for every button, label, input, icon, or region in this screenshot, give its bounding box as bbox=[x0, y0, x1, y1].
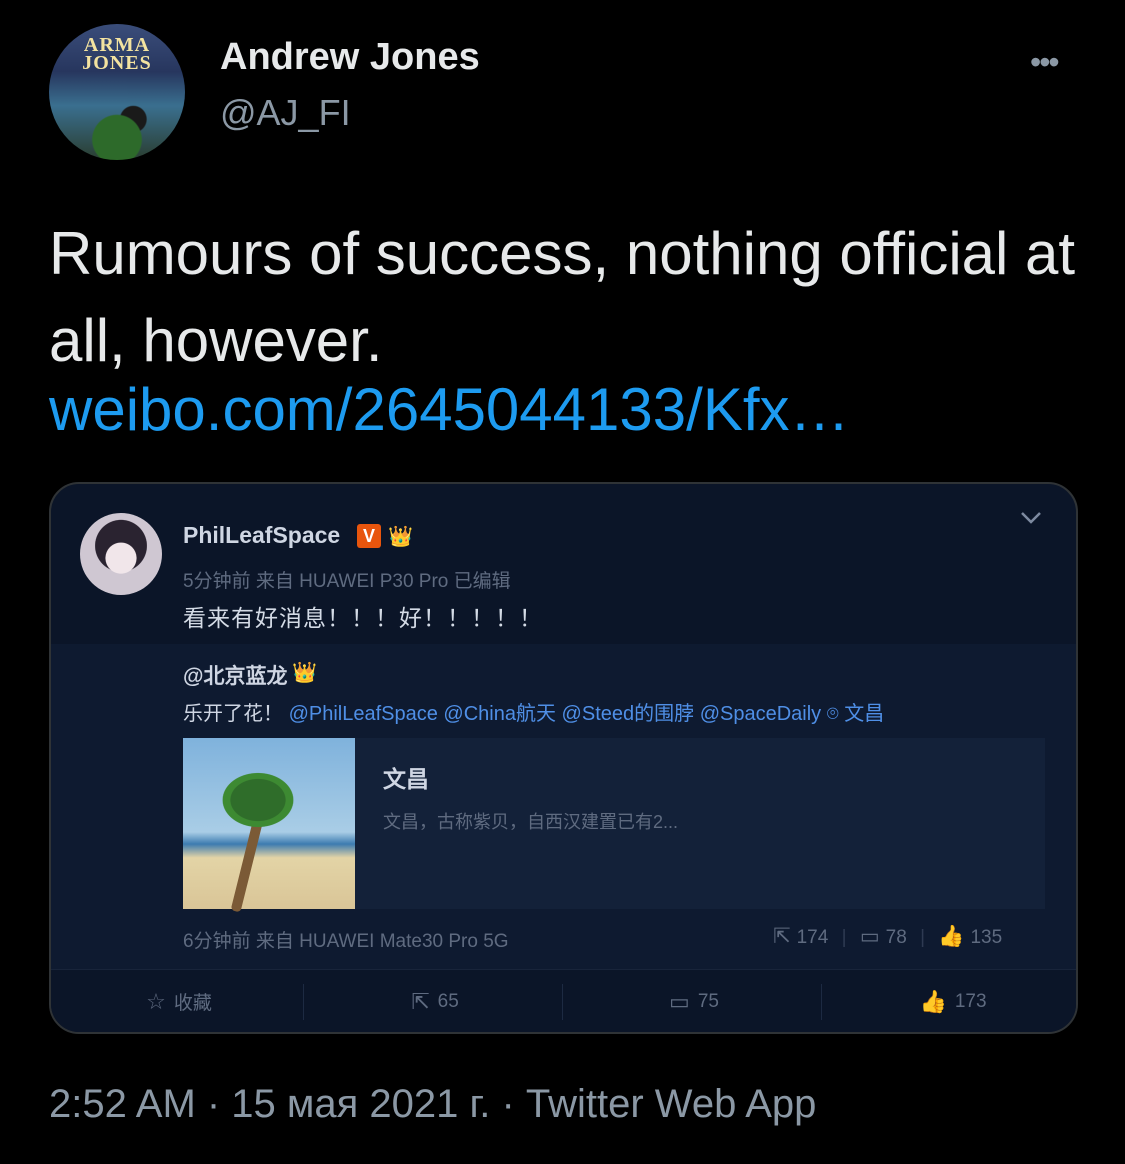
repost-block[interactable]: @北京蓝龙 👑 乐开了花！ @PhilLeafSpace @China航天 @S… bbox=[51, 644, 1076, 969]
mention-link[interactable]: @Steed的围脖 bbox=[562, 703, 695, 725]
favorite-label: 收藏 bbox=[173, 993, 212, 1014]
place-card[interactable]: 文昌 文昌，古称紫贝，自西汉建置已有2... bbox=[183, 738, 1045, 913]
location-pin-icon: ⌾ bbox=[826, 703, 839, 725]
mention-link[interactable]: @SpaceDaily bbox=[700, 703, 821, 725]
comment-icon: ▭ bbox=[669, 988, 690, 1014]
repost-time: 6分钟前 来自 HUAWEI Mate30 Pro 5G bbox=[183, 931, 509, 952]
place-description: 文昌，古称紫贝，自西汉建置已有2... bbox=[383, 812, 679, 832]
weibo-avatar[interactable] bbox=[80, 513, 162, 595]
mention-link[interactable]: @PhilLeafSpace bbox=[289, 703, 438, 725]
comment-button[interactable]: ▭ 75 bbox=[566, 970, 822, 1032]
repost-stats: ⇱ 174 | ▭ 78 | 👍 135 bbox=[773, 925, 1003, 948]
mention-link[interactable]: @China航天 bbox=[443, 703, 556, 725]
repost-count: 174 bbox=[796, 927, 829, 948]
weibo-text: 看来有好消息！！！好！！！！！ bbox=[183, 605, 543, 631]
repost-button[interactable]: ⇱ 65 bbox=[307, 970, 563, 1032]
display-name[interactable]: Andrew Jones bbox=[220, 36, 480, 79]
share-icon: ⇱ bbox=[411, 988, 430, 1014]
place-image bbox=[183, 738, 355, 913]
location-link[interactable]: 文昌 bbox=[844, 703, 884, 725]
chevron-down-icon[interactable] bbox=[1019, 506, 1043, 532]
like-count: 135 bbox=[970, 927, 1003, 948]
repost-text-prefix: 乐开了花！ bbox=[183, 703, 283, 725]
like-icon[interactable]: 👍 bbox=[938, 925, 964, 948]
comment-action-count: 75 bbox=[697, 990, 719, 1012]
tweet-link[interactable]: weibo.com/2645044133/Kfx… bbox=[49, 375, 850, 444]
like-button[interactable]: 👍 173 bbox=[825, 970, 1076, 1032]
crown-icon: 👑 bbox=[292, 662, 317, 684]
repost-text: 乐开了花！ @PhilLeafSpace @China航天 @Steed的围脖 … bbox=[183, 697, 884, 726]
like-icon: 👍 bbox=[919, 988, 947, 1014]
share-icon[interactable]: ⇱ bbox=[773, 925, 791, 948]
repost-author[interactable]: @北京蓝龙 bbox=[183, 660, 287, 690]
place-title: 文昌 bbox=[383, 766, 429, 792]
favorite-button[interactable]: ☆ 收藏 bbox=[51, 970, 307, 1032]
crown-icon: 👑 bbox=[388, 526, 413, 548]
more-icon[interactable]: ••• bbox=[1030, 44, 1060, 81]
comment-count: 78 bbox=[885, 927, 907, 948]
weibo-action-bar: ☆ 收藏 ⇱ 65 ▭ 75 👍 173 bbox=[51, 969, 1076, 1032]
weibo-meta: 5分钟前 来自 HUAWEI P30 Pro 已编辑 bbox=[183, 571, 511, 592]
tweet-timestamp[interactable]: 2:52 AM · 15 мая 2021 г. · Twitter Web A… bbox=[49, 1082, 816, 1127]
like-action-count: 173 bbox=[954, 990, 987, 1012]
tweet-text: Rumours of success, nothing official at … bbox=[49, 220, 1076, 374]
embedded-screenshot[interactable]: PhilLeafSpace V 👑 5分钟前 来自 HUAWEI P30 Pro… bbox=[49, 482, 1078, 1034]
comment-icon[interactable]: ▭ bbox=[860, 925, 880, 948]
repost-action-count: 65 bbox=[437, 990, 459, 1012]
verified-badge: V bbox=[357, 524, 381, 548]
user-handle[interactable]: @AJ_FI bbox=[220, 92, 351, 134]
star-icon: ☆ bbox=[146, 988, 166, 1014]
profile-avatar[interactable]: ARMA JONES bbox=[49, 24, 185, 160]
weibo-author[interactable]: PhilLeafSpace bbox=[183, 522, 340, 549]
avatar-text-bottom: JONES bbox=[82, 52, 152, 74]
